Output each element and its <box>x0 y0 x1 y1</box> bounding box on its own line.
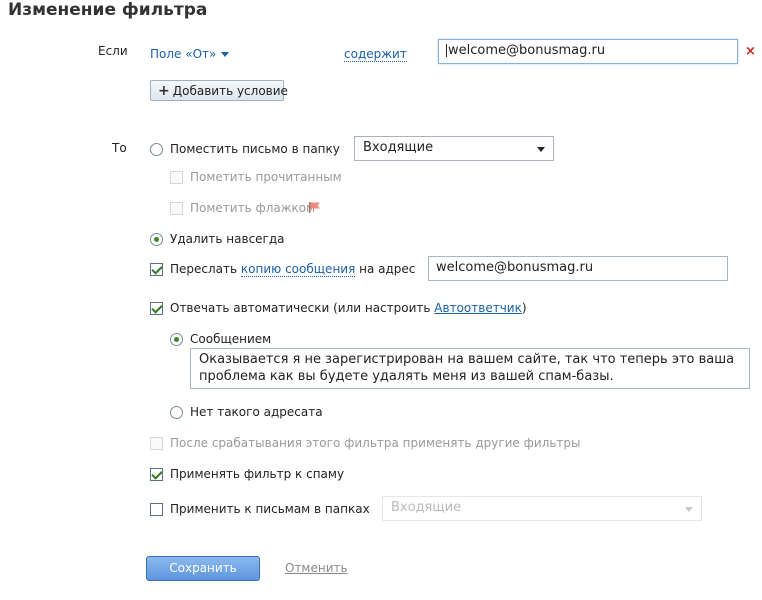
cancel-link[interactable]: Отменить <box>285 561 348 575</box>
apply-to-spam-label: Применять фильтр к спаму <box>170 467 345 481</box>
apply-to-folders-label: Применить к письмам в папках <box>170 502 370 516</box>
autoreply-suffix: ) <box>521 301 527 315</box>
field-dropdown-label: Поле «От» <box>150 47 217 61</box>
mark-read-label: Пометить прочитанным <box>190 170 342 184</box>
forward-suffix: на адрес <box>359 262 416 276</box>
page-title: Изменение фильтра <box>8 0 208 20</box>
folder-select[interactable]: Входящие <box>354 136 554 161</box>
condition-value-text: welcome@bonusmag.ru <box>448 43 606 58</box>
plus-icon: + <box>158 83 170 99</box>
mark-flag-checkbox[interactable] <box>170 202 183 215</box>
chevron-down-icon <box>537 147 545 152</box>
forward-copy-link[interactable]: копию сообщения <box>240 262 356 277</box>
autoreply-checkbox[interactable] <box>150 302 163 315</box>
move-to-folder-label: Поместить письмо в папку <box>170 142 340 156</box>
no-such-address-radio[interactable] <box>170 406 183 419</box>
forward-address-input[interactable]: welcome@bonusmag.ru <box>428 256 728 281</box>
apply-to-folders-checkbox[interactable] <box>150 503 163 516</box>
reply-message-label: Сообщением <box>190 332 272 346</box>
mark-flag-label: Пометить флажком <box>190 201 316 215</box>
forward-label: Переслать копию сообщения на адрес <box>170 262 416 277</box>
save-button[interactable]: Сохранить <box>146 556 260 581</box>
field-dropdown[interactable]: Поле «От» <box>150 47 230 61</box>
delete-forever-radio[interactable] <box>150 233 163 246</box>
then-label: То <box>112 141 127 155</box>
autoreply-prefix: Отвечать автоматически (или настроить <box>170 301 431 315</box>
remove-condition-icon[interactable]: × <box>745 44 756 59</box>
forward-prefix: Переслать <box>170 262 238 276</box>
condition-value-input[interactable]: welcome@bonusmag.ru <box>438 39 738 64</box>
reply-message-textarea[interactable]: Оказывается я не зарегистрирован на ваше… <box>190 348 750 389</box>
apply-other-filters-label: После срабатывания этого фильтра применя… <box>170 436 581 450</box>
mark-read-checkbox[interactable] <box>170 171 183 184</box>
autoresponder-link[interactable]: Автоответчик <box>434 301 522 315</box>
no-such-address-label: Нет такого адресата <box>190 405 323 419</box>
reply-message-radio[interactable] <box>170 333 183 346</box>
delete-forever-label: Удалить навсегда <box>170 232 285 246</box>
chevron-down-icon <box>685 507 693 512</box>
folder-select-value: Входящие <box>363 140 434 155</box>
folders-select-value: Входящие <box>391 500 462 515</box>
move-to-folder-radio[interactable] <box>150 143 163 156</box>
chevron-down-icon <box>221 52 230 57</box>
text-cursor <box>446 44 447 57</box>
operator-link[interactable]: содержит <box>344 47 407 62</box>
apply-to-spam-checkbox[interactable] <box>150 468 163 481</box>
forward-checkbox[interactable] <box>150 263 163 276</box>
add-condition-button[interactable]: + Добавить условие <box>150 80 288 101</box>
add-condition-label: Добавить условие <box>172 84 288 98</box>
if-label: Если <box>98 44 128 58</box>
forward-address-text: welcome@bonusmag.ru <box>436 260 594 275</box>
folders-select[interactable]: Входящие <box>382 496 702 521</box>
apply-other-filters-checkbox[interactable] <box>150 437 163 450</box>
autoreply-label: Отвечать автоматически (или настроить Ав… <box>170 301 527 315</box>
flag-icon <box>309 202 320 213</box>
